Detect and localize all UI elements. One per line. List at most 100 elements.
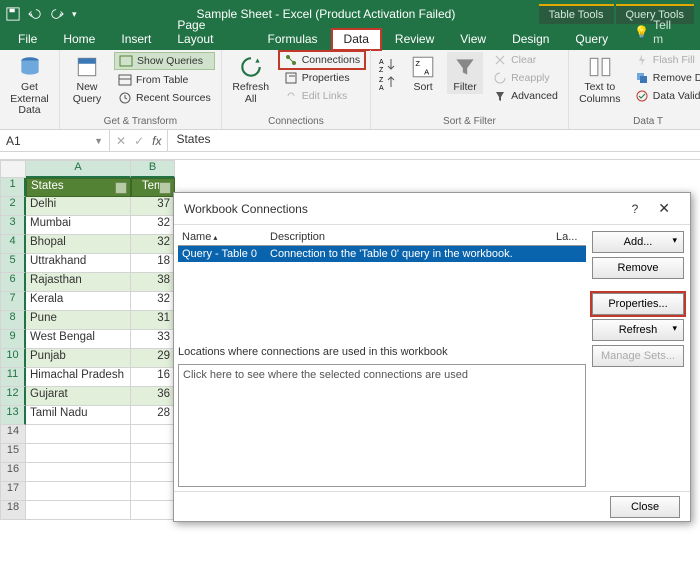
row-header[interactable]: 16 <box>0 463 26 482</box>
cell[interactable]: 33 <box>131 330 175 349</box>
connections-button[interactable]: Connections <box>280 52 364 68</box>
qat-dropdown-icon[interactable]: ▾ <box>72 9 77 20</box>
cell[interactable] <box>26 482 131 501</box>
col-header-b[interactable]: B <box>131 160 175 178</box>
cell[interactable] <box>131 482 175 501</box>
cell[interactable]: 32 <box>131 292 175 311</box>
cell[interactable]: Rajasthan <box>26 273 131 292</box>
col-header-name[interactable]: Name▴ <box>178 231 270 243</box>
cell[interactable]: Bhopal <box>26 235 131 254</box>
col-header-last[interactable]: La... <box>556 231 586 243</box>
cell[interactable]: 37 <box>131 197 175 216</box>
cell[interactable]: 29 <box>131 349 175 368</box>
cell[interactable]: 18 <box>131 254 175 273</box>
cell[interactable] <box>131 501 175 520</box>
name-box[interactable]: A1▼ <box>0 130 110 151</box>
table-header-states[interactable]: States <box>26 178 131 197</box>
locations-box[interactable]: Click here to see where the selected con… <box>178 364 586 487</box>
new-query-button[interactable]: New Query <box>66 52 108 105</box>
row-header[interactable]: 12 <box>0 387 26 406</box>
help-button[interactable]: ? <box>622 202 649 216</box>
undo-icon[interactable] <box>28 7 42 21</box>
row-header[interactable]: 3 <box>0 216 26 235</box>
tab-view[interactable]: View <box>448 29 498 50</box>
add-button[interactable]: Add... <box>592 231 684 253</box>
cell[interactable]: 28 <box>131 406 175 425</box>
remove-button[interactable]: Remove <box>592 257 684 279</box>
cell[interactable]: 16 <box>131 368 175 387</box>
row-header[interactable]: 8 <box>0 311 26 330</box>
cell[interactable] <box>26 501 131 520</box>
sort-desc-icon[interactable]: ZA <box>379 74 397 92</box>
row-header[interactable]: 15 <box>0 444 26 463</box>
from-table-button[interactable]: From Table <box>114 72 215 88</box>
cell[interactable]: Tamil Nadu <box>26 406 131 425</box>
table-header-temp[interactable]: Temp <box>131 178 175 197</box>
remove-duplicates-button[interactable]: Remove Dupl <box>631 70 700 86</box>
cell[interactable] <box>26 425 131 444</box>
tab-home[interactable]: Home <box>51 29 107 50</box>
tab-data[interactable]: Data <box>332 29 381 50</box>
filter-dropdown-icon[interactable] <box>159 182 171 194</box>
tab-query[interactable]: Query <box>563 29 620 50</box>
get-external-data-button[interactable]: Get External Data <box>6 52 53 117</box>
cell[interactable]: 31 <box>131 311 175 330</box>
tab-page-layout[interactable]: Page Layout <box>165 15 253 50</box>
formula-input[interactable]: States <box>168 130 700 151</box>
cell[interactable] <box>26 444 131 463</box>
row-header[interactable]: 2 <box>0 197 26 216</box>
tab-review[interactable]: Review <box>383 29 446 50</box>
cell[interactable] <box>131 425 175 444</box>
col-header-a[interactable]: A <box>26 160 131 178</box>
row-header[interactable]: 11 <box>0 368 26 387</box>
recent-sources-button[interactable]: Recent Sources <box>114 90 215 106</box>
cell[interactable]: Punjab <box>26 349 131 368</box>
cell[interactable] <box>131 463 175 482</box>
row-header[interactable]: 6 <box>0 273 26 292</box>
cell[interactable]: 32 <box>131 216 175 235</box>
tab-tell-me[interactable]: 💡Tell m <box>622 15 694 50</box>
cell[interactable]: Kerala <box>26 292 131 311</box>
row-header[interactable]: 5 <box>0 254 26 273</box>
redo-icon[interactable] <box>50 7 64 21</box>
cell[interactable]: Delhi <box>26 197 131 216</box>
chevron-down-icon[interactable]: ▼ <box>94 136 103 146</box>
row-header[interactable]: 17 <box>0 482 26 501</box>
close-button[interactable]: Close <box>610 496 680 518</box>
cell[interactable]: 38 <box>131 273 175 292</box>
filter-dropdown-icon[interactable] <box>115 182 127 194</box>
select-all-button[interactable] <box>0 160 26 178</box>
cell[interactable] <box>131 444 175 463</box>
refresh-button[interactable]: Refresh <box>592 319 684 341</box>
sort-asc-icon[interactable]: AZ <box>379 56 397 74</box>
advanced-button[interactable]: Advanced <box>489 88 562 104</box>
properties-button[interactable]: Properties <box>280 70 364 86</box>
fx-icon[interactable]: fx <box>152 134 161 148</box>
cell[interactable]: West Bengal <box>26 330 131 349</box>
col-header-description[interactable]: Description <box>270 231 556 243</box>
refresh-all-button[interactable]: Refresh All <box>228 52 274 105</box>
cell[interactable]: Mumbai <box>26 216 131 235</box>
save-icon[interactable] <box>6 7 20 21</box>
show-queries-button[interactable]: Show Queries <box>114 52 215 70</box>
data-validation-button[interactable]: Data Validatio <box>631 88 700 104</box>
properties-dialog-button[interactable]: Properties... <box>592 293 684 315</box>
tab-insert[interactable]: Insert <box>109 29 163 50</box>
row-header[interactable]: 10 <box>0 349 26 368</box>
row-header[interactable]: 14 <box>0 425 26 444</box>
tab-design[interactable]: Design <box>500 29 561 50</box>
close-icon[interactable]: ✕ <box>648 200 680 217</box>
filter-button[interactable]: Filter <box>447 52 483 94</box>
text-to-columns-button[interactable]: Text to Columns <box>575 52 625 105</box>
row-header[interactable]: 4 <box>0 235 26 254</box>
cell[interactable]: Uttrakhand <box>26 254 131 273</box>
cell[interactable]: Pune <box>26 311 131 330</box>
tab-formulas[interactable]: Formulas <box>256 29 330 50</box>
cell[interactable] <box>26 463 131 482</box>
cell[interactable]: 32 <box>131 235 175 254</box>
row-header[interactable]: 13 <box>0 406 26 425</box>
cell[interactable]: Himachal Pradesh <box>26 368 131 387</box>
row-header[interactable]: 7 <box>0 292 26 311</box>
sort-button[interactable]: ZA Sort <box>405 52 441 94</box>
connection-row[interactable]: Query - Table 0 Connection to the 'Table… <box>178 246 586 262</box>
